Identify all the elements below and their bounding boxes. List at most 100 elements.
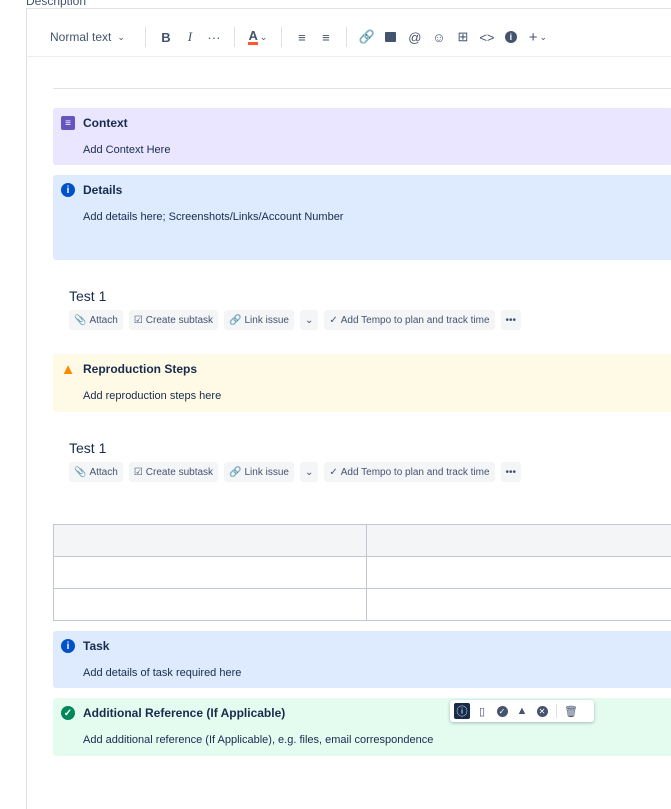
note-icon: ≡ [61,116,75,130]
toolbar-separator [556,704,557,718]
create-subtask-label: Create subtask [146,315,213,326]
bullet-list-button[interactable]: ≡ [290,25,314,49]
attach-label: Attach [89,315,117,326]
paperclip-icon: 📎 [74,315,86,326]
table-button[interactable]: ⊞ [451,25,475,49]
create-subtask-button[interactable]: ☑Create subtask [129,462,218,482]
panel-title: Task [83,639,109,653]
issue-actions: 📎Attach ☑Create subtask 🔗Link issue ⌄ ✓A… [69,310,521,330]
panel-title: Context [83,116,128,130]
insert-more-button[interactable]: + ⌄ [523,25,553,49]
issue-title[interactable]: Test 1 [69,440,106,456]
italic-button[interactable]: I [178,25,202,49]
create-subtask-label: Create subtask [146,467,213,478]
link-button[interactable]: 🔗 [355,25,379,49]
field-label: Description [26,0,86,8]
create-subtask-button[interactable]: ☑Create subtask [129,310,218,330]
subtask-icon: ☑ [134,315,143,326]
table-row [54,557,671,589]
link-icon: 🔗 [229,467,241,478]
tempo-label: Add Tempo to plan and track time [341,467,490,478]
table-header-cell[interactable] [367,525,671,557]
more-formatting-button[interactable]: ··· [202,25,226,49]
info-panel-type-button[interactable]: ⓘ [454,703,470,719]
panel-title: Additional Reference (If Applicable) [83,706,285,720]
note-icon: ▯ [479,705,485,718]
reproduction-steps-panel[interactable]: ▲ Reproduction Steps Add reproduction st… [53,354,671,412]
panel-body[interactable]: Add Context Here [83,144,170,156]
info-icon: i [61,183,75,197]
success-icon: ✓ [497,706,508,717]
table-icon: ⊞ [457,29,468,45]
context-panel[interactable]: ≡ Context Add Context Here [53,108,671,165]
more-actions-button[interactable]: ••• [501,462,522,482]
numbered-list-icon: ≡ [322,30,330,45]
table-cell[interactable] [367,557,671,589]
task-panel[interactable]: i Task Add details of task required here [53,631,671,688]
text-style-dropdown[interactable]: Normal text ⌄ [50,25,125,49]
delete-panel-button[interactable]: 🗑 [563,703,579,719]
chevron-down-icon: ⌄ [305,315,313,326]
chevron-down-icon: ⌄ [305,467,313,478]
image-button[interactable] [379,25,403,49]
link-issue-button[interactable]: 🔗 Link issue [224,462,294,482]
issue-title[interactable]: Test 1 [69,288,106,304]
attach-button[interactable]: 📎Attach [69,462,123,482]
success-icon: ✓ [61,706,75,720]
tempo-button[interactable]: ✓Add Tempo to plan and track time [324,310,494,330]
attach-button[interactable]: 📎Attach [69,310,123,330]
table-cell[interactable] [54,557,367,589]
details-panel[interactable]: i Details Add details here; Screenshots/… [53,175,671,260]
tempo-button[interactable]: ✓ Add Tempo to plan and track time [324,462,494,482]
table-header-cell[interactable] [54,525,367,557]
more-actions-button[interactable]: ••• [501,310,522,330]
emoji-button[interactable]: ☺ [427,25,451,49]
mention-button[interactable]: @ [403,25,427,49]
success-panel-type-button[interactable]: ✓ [494,703,510,719]
info-icon: i [505,31,517,43]
table-cell[interactable] [367,589,671,621]
more-icon: ••• [506,467,517,478]
panel-body[interactable]: Add additional reference (If Applicable)… [83,734,433,746]
bullet-list-icon: ≡ [298,30,306,45]
check-circle-icon: ✓ [329,467,337,478]
toolbar-separator [346,27,347,47]
table-cell[interactable] [54,589,367,621]
warning-icon: ▲ [517,705,528,717]
info-panel-button[interactable]: i [499,25,523,49]
panel-body[interactable]: Add details here; Screenshots/Links/Acco… [83,211,343,223]
editor-toolbar: Normal text ⌄ B I ··· A ⌄ ≡ ≡ 🔗 @ ☺ ⊞ <>… [26,18,671,57]
image-icon [385,32,396,42]
link-icon: 🔗 [359,29,375,45]
numbered-list-button[interactable]: ≡ [314,25,338,49]
text-color-button[interactable]: A ⌄ [243,25,273,49]
emoji-icon: ☺ [432,30,445,45]
panel-title: Reproduction Steps [83,362,197,376]
toolbar-separator [234,27,235,47]
info-icon: ⓘ [457,703,468,719]
toolbar-separator [145,27,146,47]
code-button[interactable]: <> [475,25,499,49]
note-panel-type-button[interactable]: ▯ [474,703,490,719]
panel-type-toolbar: ⓘ ▯ ✓ ▲ ✕ 🗑 [450,700,594,722]
code-icon: <> [479,30,494,45]
link-issue-dropdown[interactable]: ⌄ [300,462,318,482]
panel-title: Details [83,183,122,197]
warning-panel-type-button[interactable]: ▲ [514,703,530,719]
link-issue-dropdown[interactable]: ⌄ [300,310,318,330]
content-table [53,524,671,621]
panel-body[interactable]: Add reproduction steps here [83,390,221,402]
more-icon: ••• [506,315,517,326]
panel-body[interactable]: Add details of task required here [83,667,241,679]
bold-button[interactable]: B [154,25,178,49]
error-panel-type-button[interactable]: ✕ [534,703,550,719]
link-issue-button[interactable]: 🔗Link issue [224,310,294,330]
toolbar-separator [281,27,282,47]
table-header-row [54,525,671,557]
paperclip-icon: 📎 [74,467,86,478]
link-issue-label: Link issue [245,467,289,478]
tempo-label: Add Tempo to plan and track time [341,315,490,326]
mention-icon: @ [408,30,421,45]
error-icon: ✕ [537,706,548,717]
link-issue-label: Link issue [245,315,289,326]
